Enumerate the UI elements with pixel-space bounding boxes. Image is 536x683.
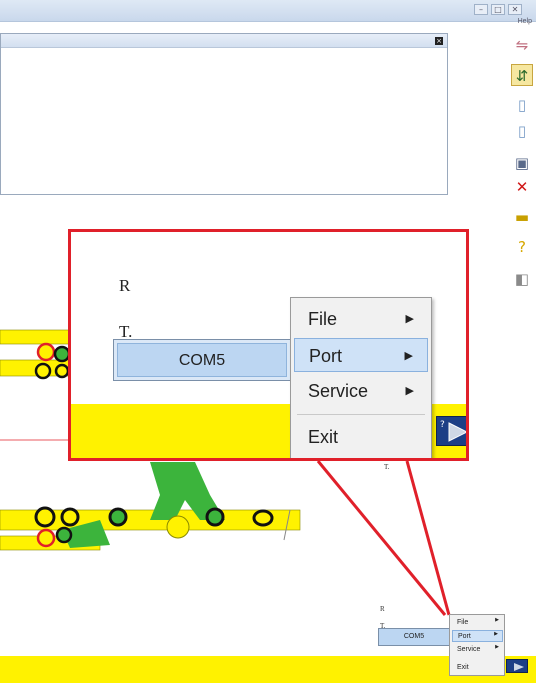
pad	[166, 515, 190, 539]
submenu-arrow-icon: ▶	[495, 644, 499, 650]
label-r-small-bottom: R	[380, 605, 385, 613]
menu-item-file-small-label: File	[457, 619, 469, 626]
label-t-small-bottom: T.	[380, 622, 386, 630]
menu-item-port-label: Port	[309, 346, 343, 366]
menu-item-service-small[interactable]: Service ▶	[452, 644, 503, 656]
submenu-arrow-icon: ▶	[495, 617, 499, 623]
pad-ring-black	[252, 509, 274, 527]
menu-item-exit-label: Exit	[308, 427, 339, 447]
submenu-arrow-icon: ▶	[404, 349, 413, 362]
menu-item-port-small[interactable]: Port ▶	[452, 630, 503, 642]
label-t-small: T.	[384, 463, 390, 471]
com-port-label: COM5	[117, 343, 287, 377]
submenu-arrow-icon: ▶	[405, 384, 414, 397]
play-icon	[514, 663, 524, 671]
menu-separator	[297, 414, 425, 415]
pad-ring-black	[108, 507, 128, 527]
submenu-arrow-icon: ▶	[405, 312, 414, 325]
menu-item-service[interactable]: Service ▶	[294, 374, 428, 408]
pad-ring-red	[36, 342, 56, 362]
pad-ring-black	[34, 362, 52, 380]
callout-connector-right	[405, 460, 451, 616]
context-menu: File ▶ Port ▶ Service ▶ Exit	[290, 297, 432, 458]
menu-item-port-small-label: Port	[458, 633, 471, 640]
label-r: R	[119, 276, 131, 295]
menu-item-file-label: File	[308, 309, 338, 329]
context-menu-small: File ▶ Port ▶ Service ▶ Exit	[449, 614, 505, 676]
menu-item-exit[interactable]: Exit	[294, 420, 428, 454]
menu-item-file-small[interactable]: File ▶	[452, 617, 503, 629]
menu-item-service-small-label: Service	[457, 646, 481, 653]
pad-ring-black	[55, 526, 73, 544]
pad-ring-black	[205, 507, 225, 527]
pad-ring-black	[54, 363, 70, 379]
play-icon: ?	[440, 420, 466, 442]
pad-ring-black	[60, 507, 80, 527]
menu-item-exit-small-label: Exit	[457, 664, 469, 671]
run-button[interactable]: ?	[436, 416, 466, 446]
run-button-small[interactable]	[506, 659, 528, 673]
submenu-arrow-icon: ▶	[494, 631, 498, 637]
callout-connector-left	[316, 460, 447, 616]
com-port-item[interactable]: COM5	[113, 339, 291, 381]
menu-item-port[interactable]: Port ▶	[294, 338, 428, 372]
pad-ring-black	[34, 506, 56, 528]
menu-item-service-label: Service	[308, 381, 369, 401]
pad-ring-black	[53, 345, 71, 363]
com-port-item-small[interactable]: COM5	[378, 628, 450, 646]
pad-ring-red	[36, 528, 56, 548]
pcb-trace	[0, 329, 71, 345]
menu-item-file[interactable]: File ▶	[294, 302, 428, 336]
menu-item-exit-small[interactable]: Exit	[452, 662, 503, 674]
svg-text:?: ?	[440, 420, 445, 430]
zoom-callout: R T. COM5 File ▶ Port ▶ Service ▶ Exit ?	[68, 229, 469, 461]
